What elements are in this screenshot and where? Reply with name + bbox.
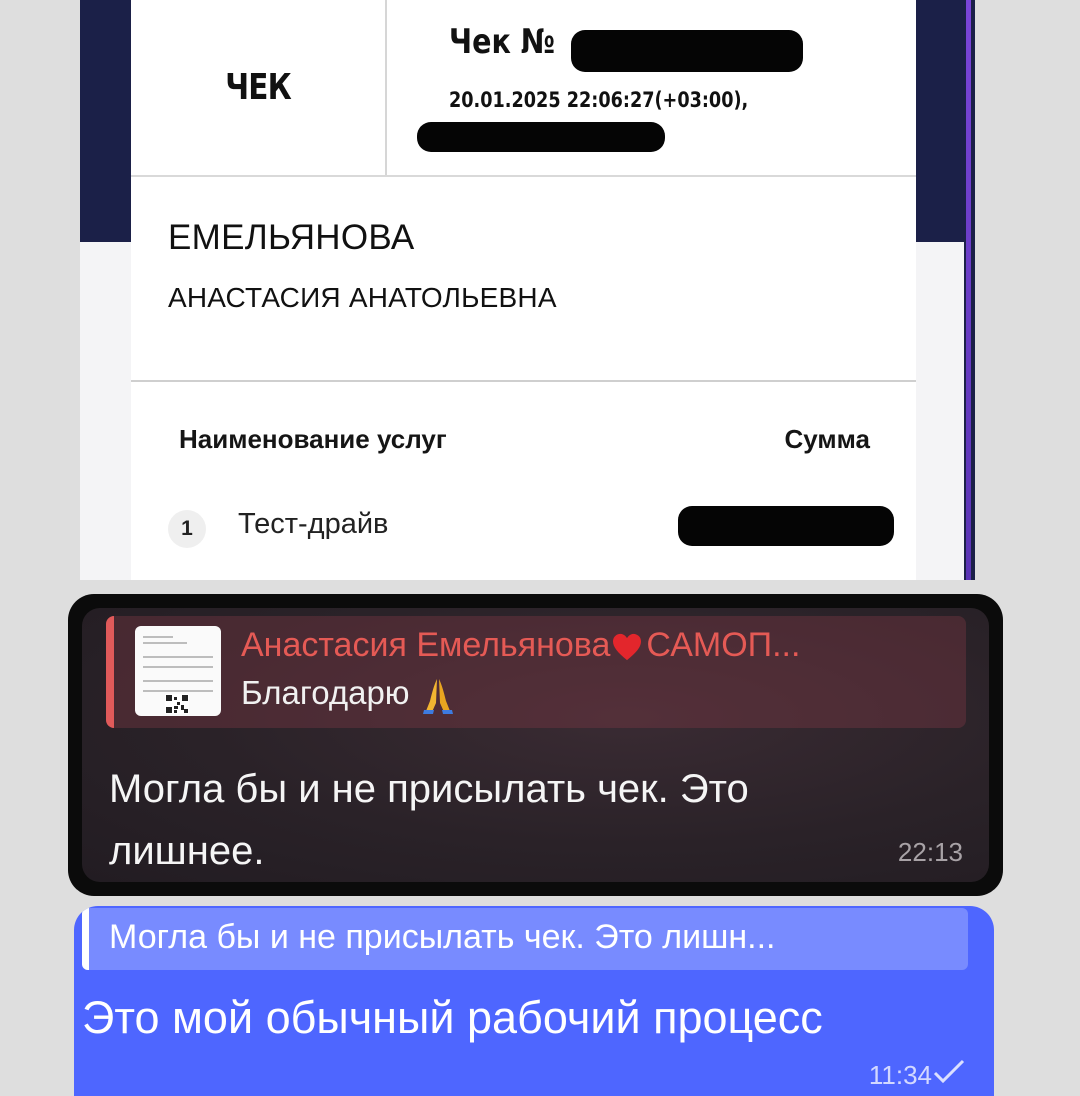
outgoing-message-time: 11:34 <box>868 1060 932 1090</box>
receipt-datetime: 20.01.2025 22:06:27(+03:00), <box>449 88 749 112</box>
incoming-message-text: Могла бы и не присылать чек. Это лишнее. <box>109 767 749 873</box>
incoming-message-time: 22:13 <box>897 837 963 867</box>
receipt-check-number-label: Чек № <box>449 22 556 62</box>
reply-text-label: Благодарю <box>241 674 410 711</box>
outgoing-message-text: Это мой обычный рабочий процесс <box>82 992 823 1043</box>
receipt-last-name: ЕМЕЛЬЯНОВА <box>168 218 415 257</box>
receipt-screenshot: ЧЕК Чек № 20.01.2025 22:06:27(+03:00), Е… <box>80 0 975 580</box>
receipt-paper: ЧЕК Чек № 20.01.2025 22:06:27(+03:00), Е… <box>131 0 916 580</box>
reply-sender-label: Анастасия Емельянова <box>241 626 611 664</box>
reply-sender-suffix: САМОП... <box>646 626 801 664</box>
qr-code-icon <box>165 694 189 714</box>
receipt-header-right: Чек № 20.01.2025 22:06:27(+03:00), <box>417 22 909 172</box>
receipt-item-name: Тест-драйв <box>238 508 389 540</box>
receipt-first-names: АНАСТАСИЯ АНАТОЛЬЕВНА <box>168 282 557 313</box>
outgoing-reply-quote[interactable]: Могла бы и не присылать чек. Это лишн... <box>82 908 968 970</box>
receipt-header-label: ЧЕК <box>225 67 292 108</box>
receipt-column-sum: Сумма <box>784 424 870 454</box>
receipt-divider <box>131 175 916 177</box>
reply-sender-name: Анастасия Емельянова САМОП... <box>241 626 800 665</box>
redaction-seller <box>417 122 665 152</box>
folded-hands-icon <box>422 679 453 715</box>
receipt-header-left: ЧЕК <box>131 0 387 175</box>
reply-text: Благодарю <box>241 674 458 715</box>
reply-quote-bar <box>106 616 114 728</box>
outgoing-message-bubble[interactable]: Могла бы и не присылать чек. Это лишн...… <box>74 906 994 1096</box>
read-check-icon <box>933 1059 965 1084</box>
redaction-item-sum <box>678 506 894 546</box>
heart-icon <box>613 633 642 661</box>
redaction-check-number <box>571 30 803 72</box>
incoming-message-bubble[interactable]: Анастасия Емельянова САМОП... Благодарю … <box>68 594 1003 896</box>
outgoing-reply-quote-bar <box>82 908 89 970</box>
receipt-item-index: 1 <box>168 510 206 548</box>
receipt-thumbnail[interactable] <box>135 626 221 716</box>
receipt-divider <box>131 380 916 382</box>
outgoing-reply-quote-text: Могла бы и не присылать чек. Это лишн... <box>109 918 776 956</box>
reply-quote[interactable]: Анастасия Емельянова САМОП... Благодарю <box>106 616 966 728</box>
receipt-column-services: Наименование услуг <box>179 424 447 454</box>
